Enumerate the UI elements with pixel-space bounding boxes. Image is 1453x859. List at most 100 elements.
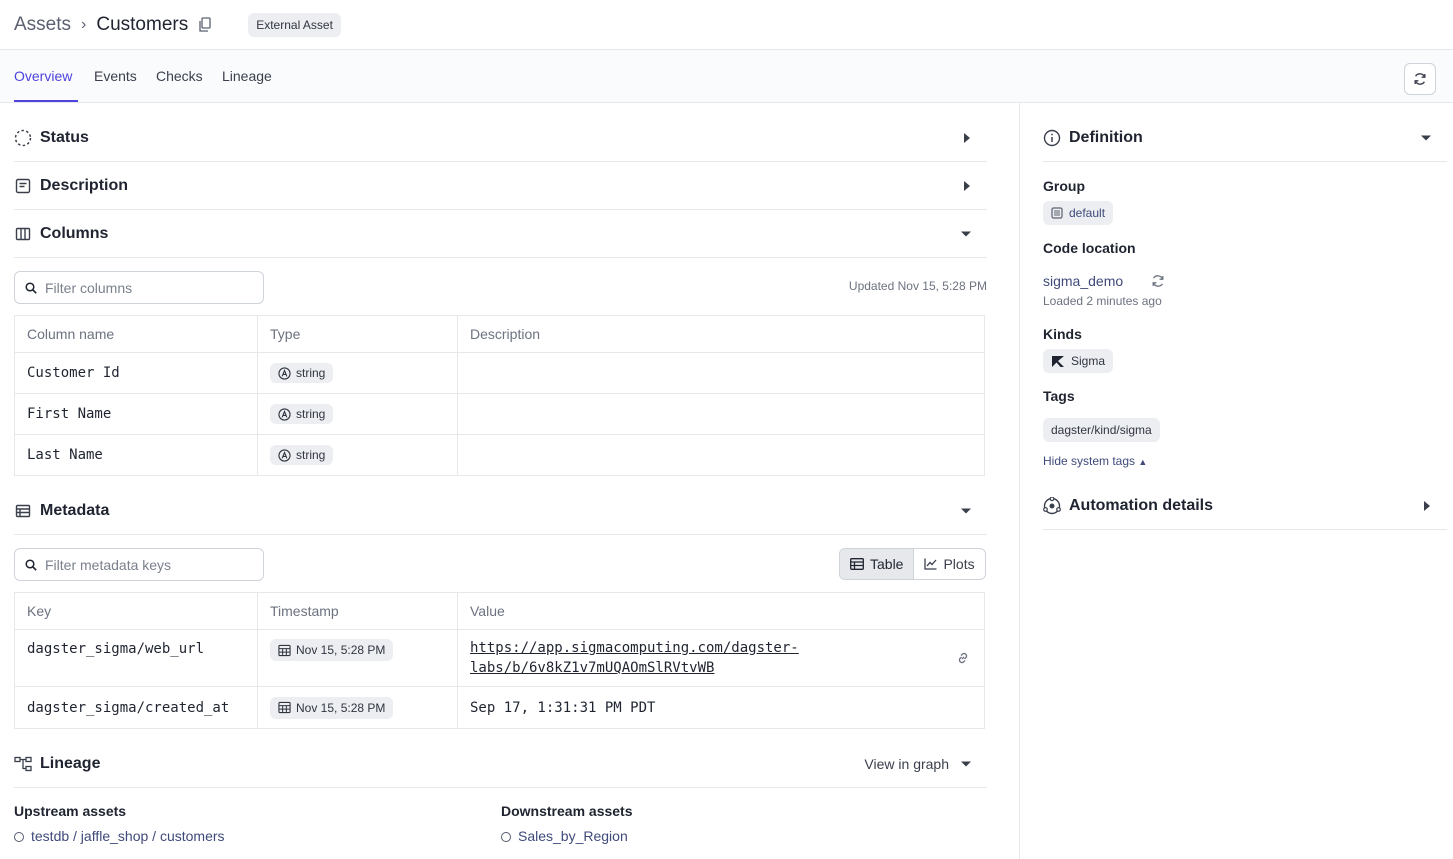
columns-table: Column name Type Description Customer Id… bbox=[14, 315, 985, 476]
refresh-button[interactable] bbox=[1404, 63, 1436, 95]
chevron-right-icon: › bbox=[81, 15, 87, 33]
columns-updated-text: Updated Nov 15, 5:28 PM bbox=[848, 279, 987, 293]
caret-down-icon[interactable] bbox=[1421, 114, 1431, 162]
lineage-icon bbox=[14, 755, 32, 773]
page-header: Assets › Customers External Asset bbox=[0, 0, 1453, 50]
definition-section-header[interactable]: Definition bbox=[1043, 114, 1447, 162]
group-chip[interactable]: default bbox=[1043, 201, 1114, 225]
tab-bar: Overview Events Checks Lineage bbox=[0, 50, 1453, 103]
column-name: Customer Id bbox=[14, 352, 258, 394]
status-title: Status bbox=[40, 128, 89, 146]
table-row: Last Name string bbox=[14, 434, 985, 476]
plots-view-button[interactable]: Plots bbox=[914, 549, 984, 579]
table-row: dagster_sigma/web_url Nov 15, 5:28 PM ht… bbox=[14, 629, 985, 687]
filter-columns-input[interactable] bbox=[45, 279, 245, 296]
metadata-section-header[interactable]: Metadata bbox=[14, 487, 987, 535]
columns-icon bbox=[14, 225, 32, 243]
downstream-asset-link[interactable]: Sales_by_Region bbox=[501, 828, 628, 844]
active-tab-indicator bbox=[14, 100, 78, 102]
column-header-name: Column name bbox=[14, 315, 258, 353]
group-label: Group bbox=[1043, 178, 1085, 194]
upstream-asset-link[interactable]: testdb / jaffle_shop / customers bbox=[14, 828, 225, 844]
metadata-header-key: Key bbox=[14, 592, 258, 630]
sigma-logo-icon bbox=[1052, 356, 1064, 367]
table-row: dagster_sigma/created_at Nov 15, 5:28 PM… bbox=[14, 686, 985, 729]
caret-right-icon[interactable] bbox=[963, 162, 971, 210]
lineage-section-header: Lineage View in graph bbox=[14, 740, 987, 788]
tab-events[interactable]: Events bbox=[94, 68, 137, 84]
automation-section-header[interactable]: Automation details bbox=[1043, 482, 1447, 530]
metadata-key: dagster_sigma/web_url bbox=[14, 629, 258, 687]
tab-overview[interactable]: Overview bbox=[14, 68, 72, 84]
table-row: Customer Id string bbox=[14, 352, 985, 394]
metadata-value: Sep 17, 1:31:31 PM PDT bbox=[457, 686, 985, 729]
downstream-assets-label: Downstream assets bbox=[501, 803, 633, 819]
column-description bbox=[457, 434, 985, 476]
asset-status-dot bbox=[501, 832, 511, 842]
metadata-key: dagster_sigma/created_at bbox=[14, 686, 258, 729]
filter-metadata-field[interactable] bbox=[14, 548, 264, 581]
table-icon bbox=[850, 558, 864, 570]
page-title: Customers bbox=[96, 13, 189, 35]
caret-up-icon: ▲ bbox=[1138, 457, 1148, 467]
caret-down-icon[interactable] bbox=[961, 210, 971, 258]
timestamp-chip: Nov 15, 5:28 PM bbox=[270, 639, 394, 661]
description-icon bbox=[14, 177, 32, 195]
search-icon bbox=[25, 281, 37, 294]
type-chip: string bbox=[270, 445, 334, 465]
code-location-label: Code location bbox=[1043, 240, 1136, 256]
calendar-icon bbox=[278, 701, 291, 714]
caret-right-icon[interactable] bbox=[1423, 482, 1431, 530]
tab-checks[interactable]: Checks bbox=[156, 68, 203, 84]
status-section-header[interactable]: Status bbox=[14, 114, 987, 162]
type-chip: string bbox=[270, 363, 334, 383]
calendar-icon bbox=[278, 644, 291, 656]
columns-title: Columns bbox=[40, 224, 109, 242]
kinds-label: Kinds bbox=[1043, 326, 1082, 342]
tag-chip[interactable]: dagster/kind/sigma bbox=[1043, 418, 1160, 442]
refresh-icon bbox=[1414, 73, 1426, 85]
tab-lineage[interactable]: Lineage bbox=[222, 68, 272, 84]
metadata-header-value: Value bbox=[457, 592, 985, 630]
caret-down-icon[interactable] bbox=[961, 740, 971, 788]
metadata-title: Metadata bbox=[40, 501, 110, 519]
reload-icon[interactable] bbox=[1151, 274, 1165, 291]
upstream-assets-label: Upstream assets bbox=[14, 803, 127, 819]
web-url-link[interactable]: https://app.sigmacomputing.com/dagster- … bbox=[470, 638, 984, 678]
search-icon bbox=[25, 558, 37, 571]
column-name: Last Name bbox=[14, 434, 258, 476]
description-section-header[interactable]: Description bbox=[14, 162, 987, 210]
type-chip: string bbox=[270, 404, 334, 424]
columns-section-header[interactable]: Columns bbox=[14, 210, 987, 258]
loaded-time-text: Loaded 2 minutes ago bbox=[1043, 294, 1162, 308]
column-description bbox=[457, 393, 985, 435]
filter-columns-field[interactable] bbox=[14, 271, 264, 304]
caret-right-icon[interactable] bbox=[963, 114, 971, 162]
definition-title: Definition bbox=[1069, 128, 1143, 146]
lineage-title: Lineage bbox=[40, 754, 101, 772]
metadata-view-toggle: Table Plots bbox=[839, 548, 986, 580]
link-icon[interactable] bbox=[956, 651, 970, 668]
column-header-description: Description bbox=[457, 315, 985, 353]
tags-label: Tags bbox=[1043, 388, 1075, 404]
breadcrumb-assets[interactable]: Assets bbox=[14, 14, 71, 36]
filter-metadata-input[interactable] bbox=[45, 556, 245, 573]
table-row: First Name string bbox=[14, 393, 985, 435]
automation-icon bbox=[1043, 496, 1061, 515]
timestamp-chip: Nov 15, 5:28 PM bbox=[270, 696, 394, 719]
hide-system-tags-button[interactable]: Hide system tags ▲ bbox=[1043, 454, 1147, 468]
copy-icon[interactable] bbox=[198, 16, 212, 33]
status-icon bbox=[14, 129, 32, 147]
metadata-table-icon bbox=[14, 502, 32, 520]
automation-title: Automation details bbox=[1069, 496, 1214, 514]
view-in-graph-button[interactable]: View in graph bbox=[864, 740, 949, 788]
table-view-button[interactable]: Table bbox=[840, 549, 915, 579]
kind-chip: Sigma bbox=[1043, 349, 1114, 373]
string-type-icon bbox=[278, 407, 291, 421]
column-description bbox=[457, 352, 985, 394]
info-icon bbox=[1043, 129, 1061, 147]
column-name: First Name bbox=[14, 393, 258, 435]
caret-down-icon[interactable] bbox=[961, 487, 971, 535]
code-location-link[interactable]: sigma_demo bbox=[1043, 273, 1123, 289]
description-title: Description bbox=[40, 176, 129, 194]
